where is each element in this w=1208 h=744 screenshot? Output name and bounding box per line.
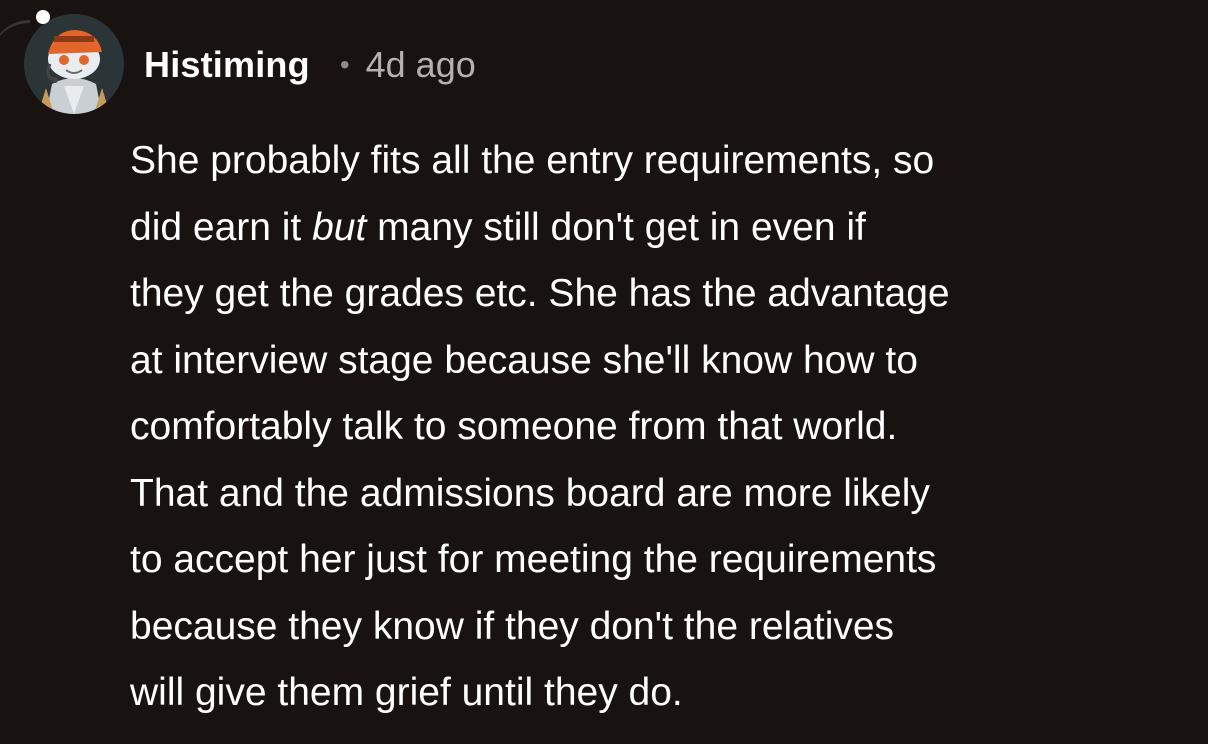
comment: Histiming • 4d ago She probably fits all… bbox=[0, 0, 1208, 744]
comment-line: because they know if they don't the rela… bbox=[130, 604, 895, 648]
separator-dot: • bbox=[339, 49, 350, 80]
comment-line: She probably fits all the entry requirem… bbox=[130, 139, 935, 182]
comment-line: comfortably talk to someone from that wo… bbox=[130, 405, 898, 448]
comment-line: at interview stage because she'll know h… bbox=[130, 338, 918, 382]
comment-body: She probably fits all the entry requirem… bbox=[130, 128, 1180, 727]
comment-text: many still don't get in even if bbox=[366, 205, 866, 249]
snoo-avatar-icon bbox=[24, 14, 124, 114]
comment-emphasis: but bbox=[312, 205, 367, 249]
avatar[interactable] bbox=[24, 14, 124, 114]
username-link[interactable]: Histiming bbox=[144, 44, 310, 86]
online-dot bbox=[36, 10, 50, 24]
comment-text: did earn it bbox=[130, 205, 313, 249]
comment-line: they get the grades etc. She has the adv… bbox=[130, 272, 950, 315]
comment-line: That and the admissions board are more l… bbox=[130, 471, 930, 515]
comment-line: to accept her just for meeting the requi… bbox=[130, 538, 937, 581]
comment-line: will give them grief until they do. bbox=[130, 671, 683, 714]
comment-line: did earn it but many still don't get in … bbox=[130, 195, 1180, 262]
timestamp[interactable]: 4d ago bbox=[366, 44, 476, 86]
comment-header: Histiming • 4d ago bbox=[144, 40, 476, 90]
